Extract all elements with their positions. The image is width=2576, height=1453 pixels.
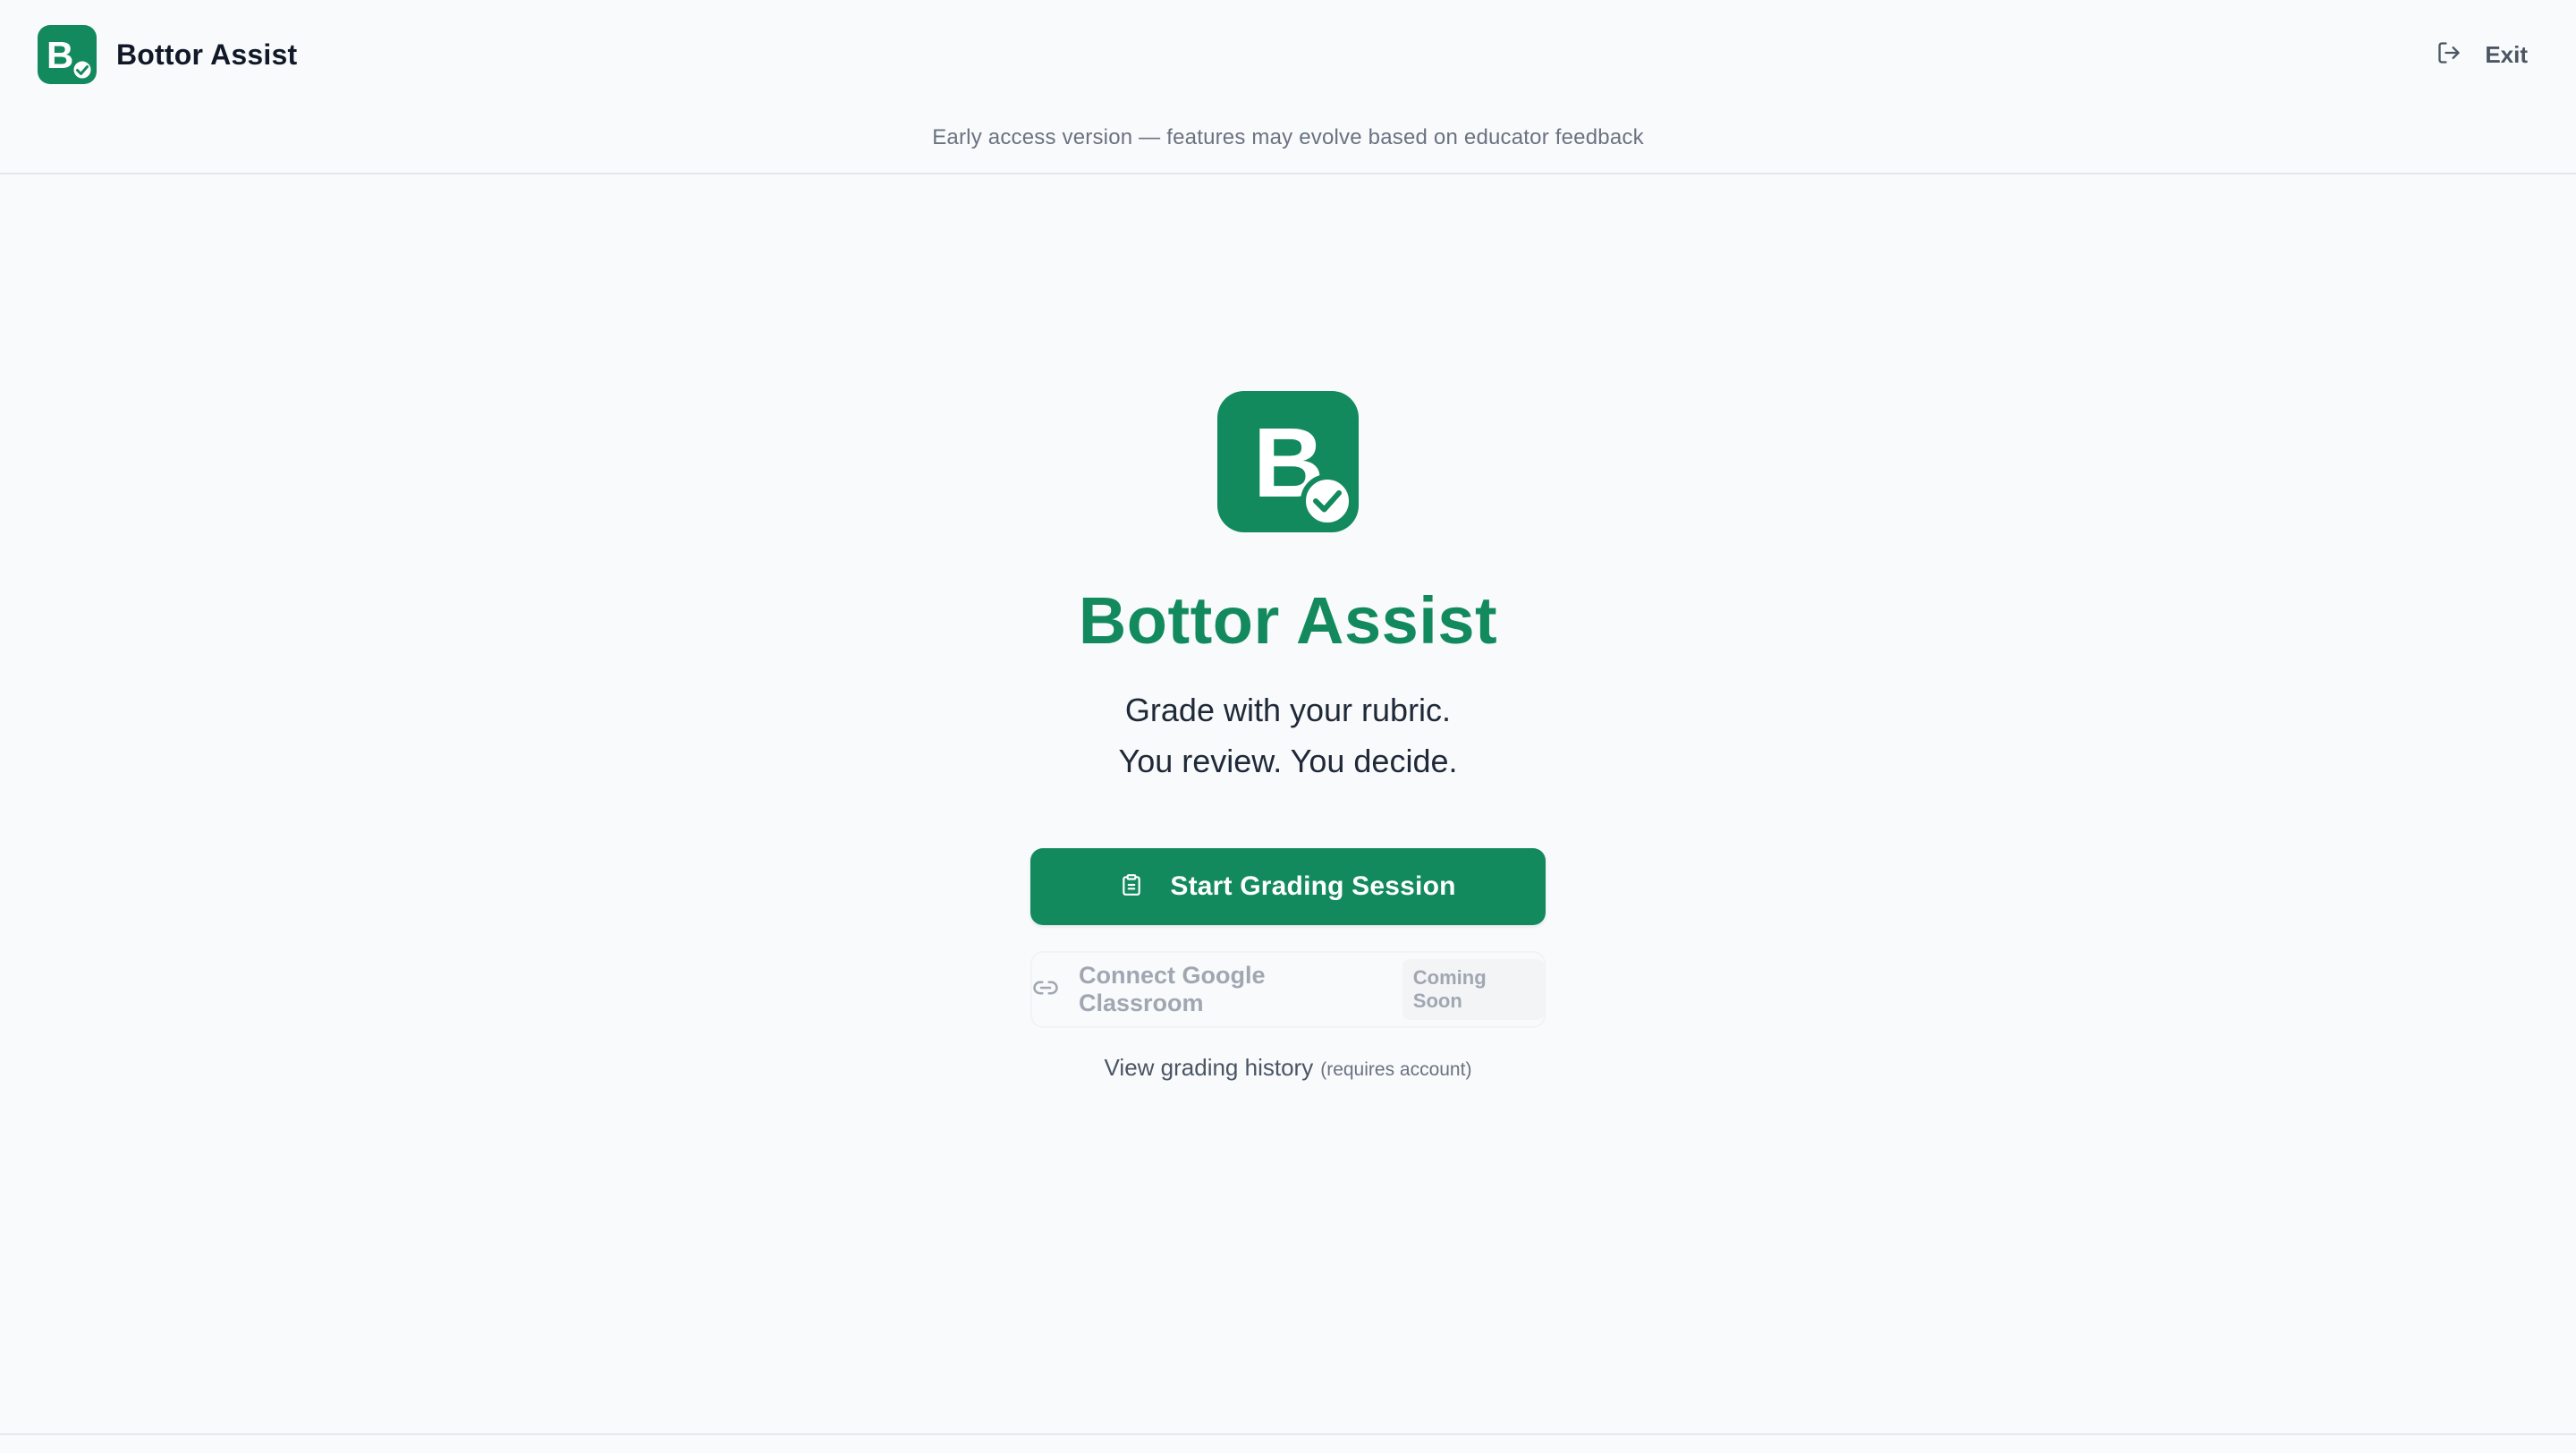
coming-soon-badge: Coming Soon [1402,959,1544,1020]
early-access-notice: Early access version — features may evol… [932,125,1644,149]
exit-button[interactable]: Exit [2436,36,2528,73]
logout-icon [2436,40,2462,70]
view-grading-history-link[interactable]: View grading history (requires account) [0,1054,2576,1082]
app-header: B Bottor Assist Exit [0,0,2576,109]
connect-google-classroom-button[interactable]: Connect Google Classroom Coming Soon [1030,951,1546,1028]
header-divider [0,173,2576,174]
brand: B Bottor Assist [38,25,297,84]
link-icon [1032,974,1059,1006]
requires-account-note: (requires account) [1320,1059,1472,1080]
exit-label: Exit [2485,40,2528,68]
tagline-line-2: You review. You decide. [1118,743,1458,779]
connect-google-classroom-label: Connect Google Classroom [1079,962,1266,1016]
svg-text:B: B [47,34,73,76]
start-grading-session-label: Start Grading Session [1170,871,1456,901]
tagline-line-1: Grade with your rubric. [1124,692,1452,728]
view-grading-history-label: View grading history [1104,1054,1314,1081]
footer-divider [0,1433,2576,1435]
hero-logo-icon: B [1217,391,1359,532]
app-logo-icon: B [38,25,97,84]
brand-name: Bottor Assist [116,38,298,71]
start-grading-session-button[interactable]: Start Grading Session [1030,848,1546,925]
clipboard-icon [1120,872,1143,902]
hero-title: Bottor Assist [1078,583,1498,658]
